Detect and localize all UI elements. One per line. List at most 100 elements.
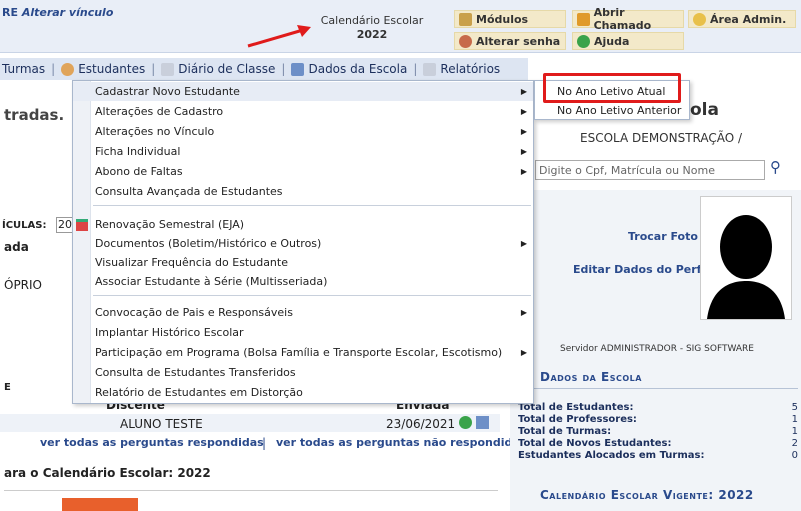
dd-alteracoes-vinculo[interactable]: Alterações no Vínculo ▶: [73, 122, 533, 141]
menu-separator: |: [51, 62, 56, 76]
menu-relatorios[interactable]: Relatórios: [423, 62, 500, 76]
stat-value: 1: [791, 414, 798, 425]
chevron-right-icon: ▶: [520, 167, 527, 176]
alterar-vinculo-link[interactable]: Alterar vínculo: [22, 6, 114, 19]
trocar-foto-link[interactable]: Trocar Foto: [628, 230, 698, 243]
avatar-silhouette-icon: [707, 215, 785, 319]
search-icon[interactable]: ⚲: [770, 158, 781, 176]
dd-label: Consulta de Estudantes Transferidos: [95, 366, 296, 379]
ajuda-label: Ajuda: [594, 34, 630, 48]
menu-separator: |: [413, 62, 418, 76]
menu-turmas-label: Turmas: [2, 62, 46, 76]
stat-label: Total de Novos Estudantes:: [518, 438, 672, 449]
dd-label: Participação em Programa (Bolsa Família …: [95, 346, 503, 359]
area-admin-label: Área Admin.: [710, 12, 787, 26]
cell-fragment: ÓPRIO: [4, 278, 43, 292]
stat-value: 0: [791, 450, 798, 461]
link-nao-respondidas[interactable]: ver todas as perguntas não respondidas (…: [276, 436, 548, 449]
dd-implantar-historico[interactable]: Implantar Histórico Escolar: [73, 323, 533, 342]
modulos-button[interactable]: Módulos: [454, 10, 566, 28]
area-admin-button[interactable]: Área Admin.: [688, 10, 796, 28]
dd-label: Documentos (Boletim/Histórico e Outros): [95, 237, 322, 250]
stat-row: Total de Novos Estudantes: 2: [518, 438, 798, 450]
stat-row: Total de Professores: 1: [518, 414, 798, 426]
stat-value: 2: [791, 438, 798, 449]
dd-abono-faltas[interactable]: Abono de Faltas ▶: [73, 162, 533, 181]
search-input[interactable]: Digite o Cpf, Matrícula ou Nome: [535, 160, 765, 180]
dd-documentos[interactable]: Documentos (Boletim/Histórico e Outros) ▶: [73, 234, 533, 253]
calendar-year: 2022: [356, 28, 388, 41]
calendario-vigente-label: Calendário Escolar Vigente:: [540, 488, 714, 502]
chevron-right-icon: ▶: [520, 239, 527, 248]
menu-separator: |: [281, 62, 286, 76]
stat-label: Total de Professores:: [518, 414, 637, 425]
calendar-icon: [76, 218, 88, 231]
dd-renovacao-semestral[interactable]: Renovação Semestral (EJA): [73, 215, 533, 234]
dd-label: Relatório de Estudantes em Distorção: [95, 386, 303, 399]
stat-label: Estudantes Alocados em Turmas:: [518, 450, 705, 461]
stat-value: 1: [791, 426, 798, 437]
dd-label: Ficha Individual: [95, 145, 181, 158]
divider: [518, 388, 798, 389]
dd-relatorio-distorcao[interactable]: Relatório de Estudantes em Distorção: [73, 383, 533, 402]
dd-label: Abono de Faltas: [95, 165, 183, 178]
dd-cadastrar-novo[interactable]: Cadastrar Novo Estudante ▶: [73, 82, 533, 101]
dados-escola-title: Dados da Escola: [540, 370, 642, 384]
school-name: ESCOLA DEMONSTRAÇÃO /: [580, 131, 743, 145]
vinculo-area: RE Alterar vínculo: [2, 6, 113, 19]
menu-estudantes[interactable]: Estudantes: [61, 62, 145, 76]
dd-ficha-individual[interactable]: Ficha Individual ▶: [73, 142, 533, 161]
help-icon: [577, 34, 590, 48]
calendar-info: Calendário Escolar 2022: [307, 14, 437, 42]
menu-dados-escola[interactable]: Dados da Escola: [291, 62, 407, 76]
chevron-right-icon: ▶: [520, 87, 527, 96]
orange-block: [62, 498, 138, 511]
view-icon[interactable]: [459, 416, 472, 429]
editar-perfil-link[interactable]: Editar Dados do Perfil: [573, 263, 709, 276]
dd-alteracoes-cadastro[interactable]: Alterações de Cadastro ▶: [73, 102, 533, 121]
chevron-right-icon: ▶: [520, 348, 527, 357]
avatar: [700, 196, 792, 320]
dd-label: Alterações no Vínculo: [95, 125, 215, 138]
dropdown-separator: [93, 295, 531, 296]
students-icon: [61, 62, 75, 76]
submenu-ano-anterior[interactable]: No Ano Letivo Anterior: [535, 101, 689, 120]
menu-turmas[interactable]: Turmas: [2, 62, 45, 76]
delete-icon[interactable]: [476, 416, 489, 429]
dd-participacao-programa[interactable]: Participação em Programa (Bolsa Família …: [73, 343, 533, 362]
menu-diario[interactable]: Diário de Classe: [161, 62, 275, 76]
dd-label: Consulta Avançada de Estudantes: [95, 185, 283, 198]
dd-visualizar-frequencia[interactable]: Visualizar Frequência do Estudante: [73, 253, 533, 272]
menu-separator: |: [151, 62, 156, 76]
calendario-vigente-year: 2022: [718, 488, 754, 502]
stat-label: Total de Estudantes:: [518, 402, 634, 413]
calendar-label: Calendário Escolar: [320, 14, 424, 27]
school-stats: Total de Estudantes: 5 Total de Professor…: [518, 402, 798, 462]
stat-row: Total de Turmas: 1: [518, 426, 798, 438]
chevron-right-icon: ▶: [520, 107, 527, 116]
link-respondidas[interactable]: ver todas as perguntas respondidas: [40, 436, 264, 449]
chevron-right-icon: ▶: [520, 127, 527, 136]
dd-label: Renovação Semestral (EJA): [95, 218, 245, 231]
stat-row: Estudantes Alocados em Turmas: 0: [518, 450, 798, 462]
servidor-info: Servidor ADMINISTRADOR - SIG SOFTWARE: [560, 344, 754, 354]
abrir-chamado-button[interactable]: Abrir Chamado: [572, 6, 684, 32]
diary-icon: [161, 62, 175, 76]
dd-associar-serie[interactable]: Associar Estudante à Série (Multisseriad…: [73, 272, 533, 291]
estudantes-dropdown: Cadastrar Novo Estudante ▶ Alterações de …: [72, 80, 534, 404]
aluno-name: ALUNO TESTE: [120, 417, 203, 431]
dd-consulta-avancada[interactable]: Consulta Avançada de Estudantes: [73, 182, 533, 201]
alterar-senha-label: Alterar senha: [476, 34, 561, 48]
stat-row: Total de Estudantes: 5: [518, 402, 798, 414]
menu-estudantes-label: Estudantes: [78, 62, 146, 76]
dd-label: Implantar Histórico Escolar: [95, 326, 244, 339]
school-icon: [291, 62, 305, 76]
dd-consulta-transferidos[interactable]: Consulta de Estudantes Transferidos: [73, 363, 533, 382]
dd-convocacao-pais[interactable]: Convocação de Pais e Responsáveis ▶: [73, 303, 533, 322]
modulos-label: Módulos: [476, 12, 529, 26]
red-arrow-annotation: [247, 25, 311, 48]
dd-label: Visualizar Frequência do Estudante: [95, 256, 288, 269]
ajuda-button[interactable]: Ajuda: [572, 32, 684, 50]
alterar-senha-button[interactable]: Alterar senha: [454, 32, 566, 50]
aluno-date: 23/06/2021: [386, 417, 456, 431]
